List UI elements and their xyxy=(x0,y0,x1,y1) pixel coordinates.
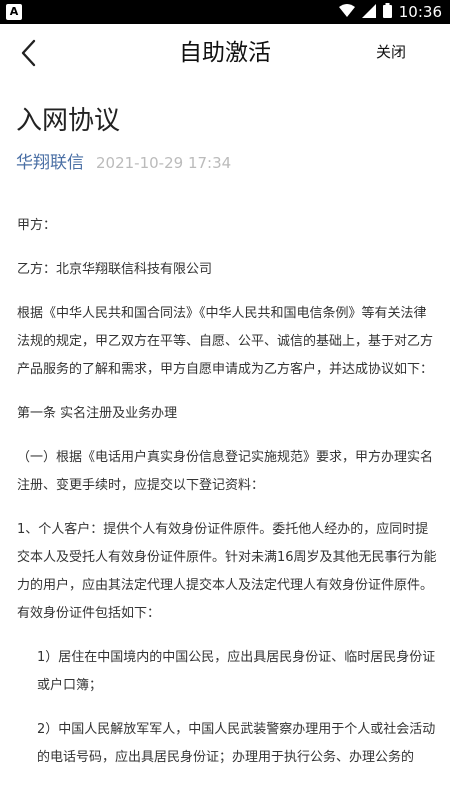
back-button[interactable] xyxy=(8,32,48,74)
article-source: 华翔联信 xyxy=(16,153,84,173)
chevron-left-icon xyxy=(21,39,36,67)
article-date: 2021-10-29 17:34 xyxy=(96,154,232,172)
status-time: 10:36 xyxy=(398,3,442,21)
status-icons: 10:36 xyxy=(338,0,442,24)
preamble-paragraph: 根据《中华人民共和国合同法》《中华人民共和国电信条例》等有关法律法规的规定，甲乙… xyxy=(17,306,434,377)
party-b-line: 乙方：北京华翔联信科技有限公司 xyxy=(17,262,213,277)
battery-icon xyxy=(382,2,392,22)
clause-item: 1）居住在中国境内的中国公民，应出具居民身份证、临时居民身份证或户口簿； xyxy=(37,650,436,693)
article-content[interactable]: 入网协议 华翔联信 2021-10-29 17:34 甲方： 乙方：北京华翔联信… xyxy=(0,82,450,800)
close-button[interactable]: 关闭 xyxy=(376,41,406,62)
section-heading: 第一条 实名注册及业务办理 xyxy=(17,406,178,421)
status-bar: A 10:36 xyxy=(0,0,450,24)
notification-app-icon: A xyxy=(6,4,22,20)
party-a-line: 甲方： xyxy=(17,218,57,233)
article-meta: 华翔联信 2021-10-29 17:34 xyxy=(16,148,231,173)
clause-item: 2）中国人民解放军军人，中国人民武装警察办理用于个人或社会活动的电话号码，应出具… xyxy=(37,722,436,765)
signal-icon xyxy=(361,3,376,22)
clause-paragraph: （一）根据《电话用户真实身份信息登记实施规范》要求，甲方办理实名注册、变更手续时… xyxy=(17,450,434,493)
clause-paragraph: 1、个人客户：提供个人有效身份证件原件。委托他人经办的，应同时提交本人及受托人有… xyxy=(17,522,437,621)
app-header: 自助激活 关闭 xyxy=(0,24,450,82)
wifi-icon xyxy=(338,3,355,22)
article-body: 甲方： 乙方：北京华翔联信科技有限公司 根据《中华人民共和国合同法》《中华人民共… xyxy=(17,212,437,788)
article-title: 入网协议 xyxy=(16,106,121,136)
